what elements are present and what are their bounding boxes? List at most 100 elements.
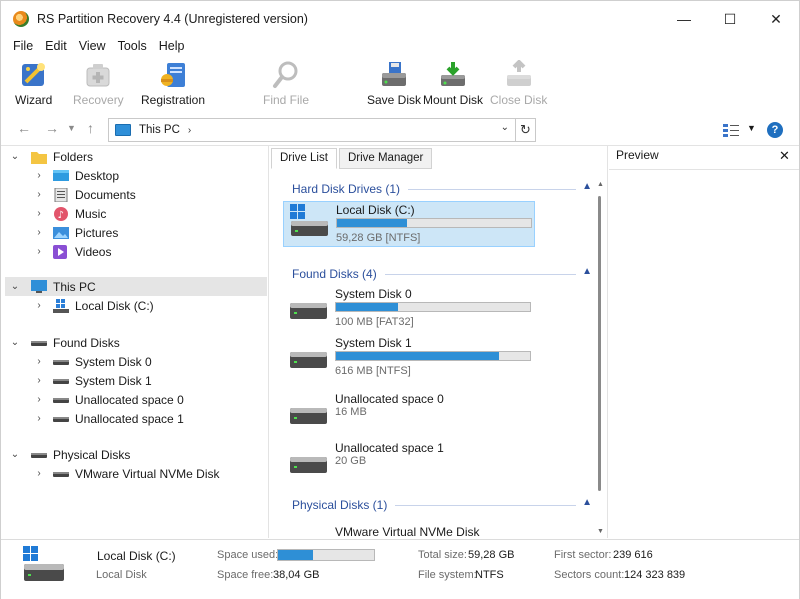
section-hard-disk-drives[interactable]: Hard Disk Drives (1) ▲ bbox=[292, 181, 592, 197]
disk-item-unallocated-0[interactable]: Unallocated space 0 16 MB bbox=[283, 391, 535, 437]
tree-item-unallocated-1[interactable]: › Unallocated space 1 bbox=[5, 409, 267, 428]
scrollbar-thumb[interactable] bbox=[598, 196, 601, 491]
back-arrow-icon[interactable]: ← bbox=[17, 120, 31, 136]
forward-arrow-icon[interactable]: → bbox=[45, 120, 59, 136]
tree-item-folders[interactable]: ⌄ Folders bbox=[5, 147, 267, 166]
windows-drive-icon bbox=[289, 204, 328, 238]
tree-item-unallocated-0[interactable]: › Unallocated space 0 bbox=[5, 390, 267, 409]
address-bar[interactable]: This PC › ⌄ bbox=[108, 118, 516, 142]
tree-item-desktop[interactable]: › Desktop bbox=[5, 166, 267, 185]
tree-item-music[interactable]: › ♪ Music bbox=[5, 204, 267, 223]
tree-item-system-disk-0[interactable]: › System Disk 0 bbox=[5, 352, 267, 371]
disk-icon bbox=[288, 455, 327, 475]
expand-chevron-icon[interactable]: › bbox=[33, 189, 45, 200]
expand-chevron-icon[interactable]: › bbox=[33, 246, 45, 257]
view-mode-dropdown-icon[interactable]: ▼ bbox=[747, 123, 756, 133]
tree-label: Documents bbox=[75, 187, 136, 202]
menu-edit[interactable]: Edit bbox=[39, 37, 73, 57]
expand-chevron-icon[interactable]: › bbox=[33, 413, 45, 424]
minimize-button[interactable]: — bbox=[661, 1, 707, 37]
expand-chevron-icon[interactable]: › bbox=[33, 356, 45, 367]
scroll-down-icon[interactable]: ▼ bbox=[597, 528, 604, 535]
tree-item-physical-disks[interactable]: ⌄ Physical Disks bbox=[5, 445, 267, 464]
collapse-chevron-icon[interactable]: ▲ bbox=[582, 497, 592, 508]
mount-disk-button[interactable]: Mount Disk bbox=[423, 59, 483, 109]
history-dropdown-icon[interactable]: ▼ bbox=[67, 123, 76, 133]
section-physical-disks[interactable]: Physical Disks (1) ▲ bbox=[292, 497, 592, 513]
tree-item-videos[interactable]: › Videos bbox=[5, 242, 267, 261]
expand-chevron-icon[interactable]: › bbox=[33, 375, 45, 386]
window-controls: — ☐ ✕ bbox=[661, 1, 799, 37]
tree-item-this-pc[interactable]: ⌄ This PC bbox=[5, 277, 267, 296]
recovery-button[interactable]: Recovery bbox=[73, 59, 124, 109]
wizard-button[interactable]: Wizard bbox=[15, 59, 52, 109]
expand-chevron-icon[interactable]: › bbox=[33, 227, 45, 238]
pane-divider[interactable] bbox=[268, 146, 269, 538]
file-system-label: File system: bbox=[418, 569, 477, 581]
tree-item-documents[interactable]: › Documents bbox=[5, 185, 267, 204]
expand-chevron-icon[interactable]: › bbox=[33, 208, 45, 219]
menu-tools[interactable]: Tools bbox=[112, 37, 153, 57]
this-pc-icon bbox=[31, 279, 47, 294]
maximize-button[interactable]: ☐ bbox=[707, 1, 753, 37]
tab-drive-manager[interactable]: Drive Manager bbox=[338, 148, 433, 169]
expand-chevron-icon[interactable]: › bbox=[33, 170, 45, 181]
collapse-chevron-icon[interactable]: ▲ bbox=[582, 266, 592, 277]
disk-item-system-disk-1[interactable]: System Disk 1 616 MB [NTFS] bbox=[283, 335, 535, 381]
tab-drive-list[interactable]: Drive List bbox=[271, 148, 337, 169]
address-dropdown-icon[interactable]: ⌄ bbox=[501, 122, 509, 133]
wizard-label: Wizard bbox=[15, 93, 53, 107]
up-arrow-icon[interactable]: ↑ bbox=[87, 120, 94, 136]
section-found-disks[interactable]: Found Disks (4) ▲ bbox=[292, 266, 592, 282]
view-tabs: Drive List Drive Manager bbox=[271, 148, 433, 170]
view-mode-icon[interactable] bbox=[723, 123, 739, 137]
tree-label: Found Disks bbox=[53, 335, 120, 350]
scroll-up-icon[interactable]: ▲ bbox=[597, 181, 604, 188]
find-file-button[interactable]: Find File bbox=[263, 59, 309, 109]
help-icon[interactable]: ? bbox=[767, 122, 783, 138]
refresh-button[interactable]: ↻ bbox=[516, 118, 536, 142]
tree-label: Videos bbox=[75, 244, 112, 259]
disk-icon bbox=[288, 406, 327, 426]
disk-item-system-disk-0[interactable]: System Disk 0 100 MB [FAT32] bbox=[283, 286, 535, 332]
expand-chevron-icon[interactable]: › bbox=[33, 394, 45, 405]
disk-icon bbox=[53, 355, 69, 369]
tree-item-system-disk-1[interactable]: › System Disk 1 bbox=[5, 371, 267, 390]
total-size-value: 59,28 GB bbox=[468, 549, 515, 561]
collapse-chevron-icon[interactable]: ⌄ bbox=[9, 151, 21, 162]
pane-divider[interactable] bbox=[607, 146, 608, 538]
space-used-bar bbox=[277, 549, 375, 561]
tree-item-found-disks[interactable]: ⌄ Found Disks bbox=[5, 333, 267, 352]
this-pc-icon bbox=[115, 124, 131, 136]
address-path[interactable]: This PC bbox=[139, 124, 180, 136]
menu-file[interactable]: File bbox=[7, 37, 39, 57]
registration-button[interactable]: Registration bbox=[141, 59, 205, 109]
expand-chevron-icon[interactable]: › bbox=[33, 300, 45, 311]
menu-help[interactable]: Help bbox=[153, 37, 191, 57]
disk-item-unallocated-1[interactable]: Unallocated space 1 20 GB bbox=[283, 440, 535, 486]
disk-info: 616 MB [NTFS] bbox=[335, 365, 411, 377]
collapse-chevron-icon[interactable]: ⌄ bbox=[9, 337, 21, 348]
magnifier-icon bbox=[269, 59, 303, 91]
preview-close-button[interactable]: ✕ bbox=[779, 148, 790, 164]
collapse-chevron-icon[interactable]: ▲ bbox=[582, 181, 592, 192]
tree-item-pictures[interactable]: › Pictures bbox=[5, 223, 267, 242]
expand-chevron-icon[interactable]: › bbox=[33, 468, 45, 479]
folder-tree: ⌄ Folders › Desktop › Documents › ♪ Musi… bbox=[5, 147, 267, 537]
space-free-value: 38,04 GB bbox=[273, 569, 320, 581]
disk-icon bbox=[53, 393, 69, 407]
tree-item-local-disk[interactable]: › Local Disk (C:) bbox=[5, 296, 267, 315]
close-button[interactable]: ✕ bbox=[753, 1, 799, 37]
disk-item-local-disk-c[interactable]: Local Disk (C:) 59,28 GB [NTFS] bbox=[283, 201, 535, 247]
navigation-bar: ← → ▼ ↑ This PC › ⌄ ↻ ▼ ? bbox=[1, 117, 799, 143]
close-disk-button[interactable]: Close Disk bbox=[490, 59, 547, 109]
collapse-chevron-icon[interactable]: ⌄ bbox=[9, 281, 21, 292]
disk-item-vmware[interactable]: VMware Virtual NVMe Disk bbox=[283, 524, 535, 539]
address-separator[interactable]: › bbox=[188, 125, 191, 136]
disk-name: System Disk 1 bbox=[335, 336, 412, 350]
save-disk-button[interactable]: Save Disk bbox=[367, 59, 421, 109]
tree-item-vmware-disk[interactable]: › VMware Virtual NVMe Disk bbox=[5, 464, 267, 483]
collapse-chevron-icon[interactable]: ⌄ bbox=[9, 449, 21, 460]
menu-view[interactable]: View bbox=[73, 37, 112, 57]
close-disk-label: Close Disk bbox=[490, 93, 548, 107]
